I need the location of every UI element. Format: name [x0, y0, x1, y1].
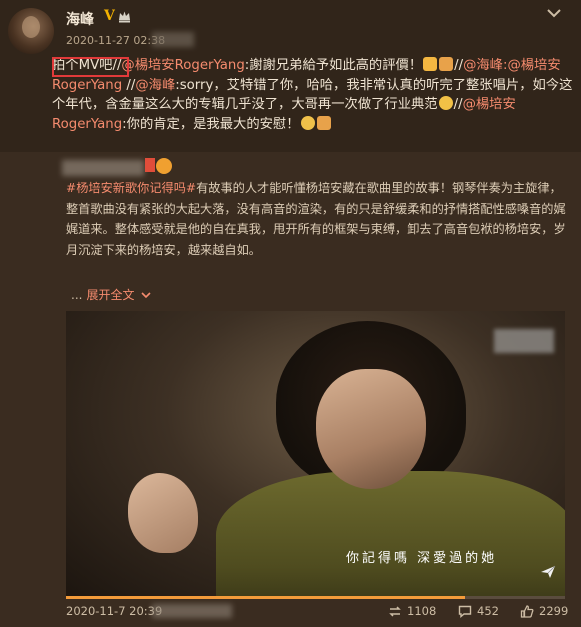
verified-badge-icon: V	[104, 8, 115, 24]
ellipsis: ...	[71, 288, 83, 302]
post-text-segment: //	[122, 77, 136, 93]
weibo-post: 海峰 V 2020-11-27 02:38 拍个MV吧//@楊培安RogerYa…	[0, 0, 581, 152]
video-frame-jacket	[216, 471, 565, 598]
post-timestamp[interactable]: 2020-11-27 02:38	[66, 34, 165, 47]
blurred-source	[152, 32, 194, 47]
heart-emoji-icon	[300, 115, 315, 130]
mosaic-watermark	[494, 329, 554, 353]
reposted-content: #杨培安新歌你记得吗#有故事的人才能听懂杨培安藏在歌曲里的故事！钢琴伴奏为主旋律…	[0, 152, 581, 627]
mention-link[interactable]: @海峰	[463, 58, 503, 73]
avatar[interactable]	[8, 8, 54, 54]
repost-button[interactable]: 1108	[388, 604, 436, 618]
hashtag-link[interactable]: #杨培安新歌你记得吗#	[66, 181, 196, 195]
post-text-segment: //	[453, 97, 463, 112]
repost-timestamp[interactable]: 2020-11-7 20:39	[66, 604, 162, 618]
comment-count: 452	[477, 604, 499, 618]
post-text-segment: :你的肯定，是我最大的安慰！	[122, 116, 300, 132]
shake-emoji-icon	[316, 115, 331, 130]
like-button[interactable]: 2299	[520, 604, 568, 618]
more-options-icon[interactable]	[546, 6, 564, 22]
like-count: 2299	[539, 604, 569, 618]
comment-icon	[458, 605, 472, 618]
level-badge-icon	[145, 158, 155, 172]
video-progress-bar[interactable]	[66, 596, 565, 599]
repost-text: #杨培安新歌你记得吗#有故事的人才能听懂杨培安藏在歌曲里的故事！钢琴伴奏为主旋律…	[66, 178, 566, 260]
post-text: 拍个MV吧//@楊培安RogerYang:謝謝兄弟給予如此高的評價！//@海峰:…	[52, 56, 574, 134]
video-frame-face	[316, 369, 426, 489]
comment-button[interactable]: 452	[458, 604, 499, 618]
face-emoji-icon	[438, 96, 453, 110]
crown-icon	[119, 11, 130, 23]
repost-count: 1108	[407, 604, 437, 618]
ok-emoji-icon	[423, 57, 438, 71]
highlight-box	[52, 57, 129, 77]
blurred-source	[152, 604, 232, 618]
mention-link[interactable]: @楊培安RogerYang	[121, 58, 244, 73]
chevron-down-icon	[141, 292, 151, 299]
shake-emoji-icon	[439, 57, 454, 71]
mention-link[interactable]: @海峰	[135, 78, 175, 93]
repost-icon	[389, 605, 401, 617]
post-text-segment: //	[454, 58, 464, 73]
post-footer: 2020-11-7 20:39 1108 452 2299	[66, 604, 568, 622]
progress-fill	[66, 596, 466, 599]
fan-badge-icon	[156, 158, 172, 174]
thumbs-up-icon	[520, 604, 534, 618]
expand-label: 展开全文	[86, 288, 135, 302]
video-frame-hand	[128, 473, 198, 553]
video-subtitle: 你記得嗎 深愛過的她	[346, 551, 498, 566]
expand-full-text-button[interactable]: ... 展开全文	[71, 286, 151, 303]
paper-plane-icon[interactable]	[540, 565, 556, 579]
post-text-segment: :謝謝兄弟給予如此高的評價！	[244, 58, 423, 73]
video-player[interactable]: 你記得嗎 深愛過的她	[66, 311, 565, 598]
blurred-username	[62, 160, 144, 176]
username[interactable]: 海峰	[66, 9, 94, 29]
